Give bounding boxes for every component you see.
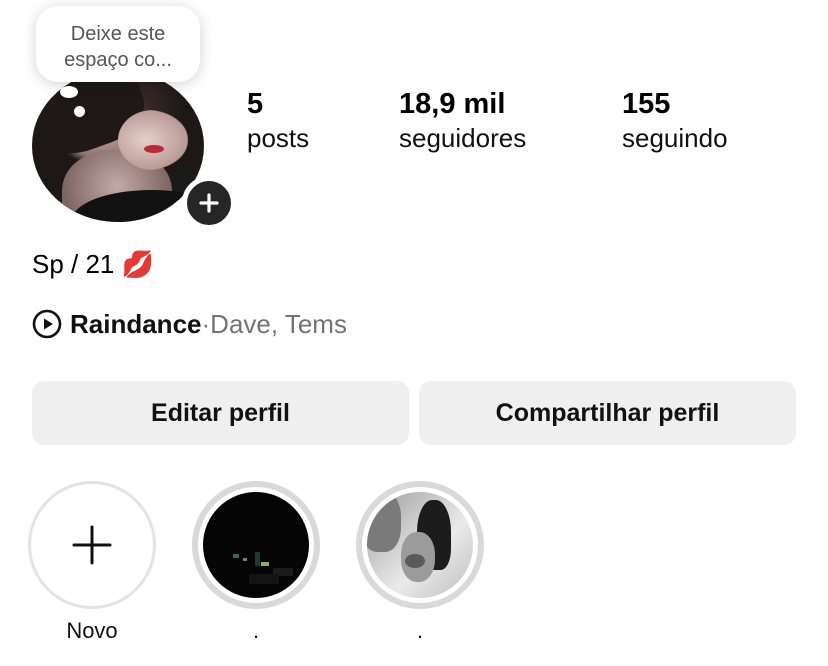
plus-icon (199, 193, 219, 213)
stat-following-value: 155 (622, 88, 671, 120)
share-profile-button[interactable]: Compartilhar perfil (419, 381, 796, 445)
note-bubble-tail-dot (74, 106, 85, 117)
profile-bio: Sp / 21 💋 (32, 249, 154, 279)
stat-posts-value: 5 (247, 88, 264, 120)
plus-icon (72, 525, 112, 565)
profile-avatar[interactable] (32, 70, 204, 222)
profile-music[interactable]: Raindance · Dave, Tems (32, 306, 347, 342)
stat-followers-value: 18,9 mil (399, 88, 506, 120)
highlight-new-ring[interactable] (28, 481, 156, 609)
note-bubble-tail (60, 86, 78, 98)
music-separator: · (201, 309, 211, 339)
note-text-line1: Deixe este (70, 23, 166, 45)
highlight-new-label: Novo (66, 618, 118, 643)
stat-posts-label: posts (247, 123, 310, 153)
highlight-label: . (416, 618, 424, 643)
highlight-item[interactable]: . (192, 481, 320, 645)
note-text-line2: espaço co... (64, 49, 172, 71)
highlight-ring[interactable] (192, 481, 320, 609)
highlight-label: . (252, 618, 260, 643)
highlight-item[interactable]: . (356, 481, 484, 645)
stat-followers-label: seguidores (399, 123, 527, 153)
stat-following-label: seguindo (622, 123, 728, 153)
edit-profile-button[interactable]: Editar perfil (32, 381, 409, 445)
add-story-button[interactable] (182, 176, 236, 230)
stat-followers[interactable]: 18,9 mil seguidores (399, 86, 526, 154)
music-song-title: Raindance (70, 309, 202, 339)
edit-profile-label: Editar perfil (151, 398, 290, 427)
stat-posts[interactable]: 5 posts (247, 86, 309, 154)
play-circle-icon (32, 309, 62, 339)
highlight-new[interactable]: Novo (28, 481, 156, 645)
highlight-cover-image (203, 492, 309, 598)
stat-following[interactable]: 155 seguindo (622, 86, 728, 154)
highlight-ring[interactable] (356, 481, 484, 609)
highlight-cover-image (367, 492, 473, 598)
profile-avatar-container[interactable] (32, 70, 236, 230)
music-artists: Dave, Tems (210, 309, 347, 339)
note-bubble[interactable]: Deixe este espaço co... (36, 6, 200, 82)
share-profile-label: Compartilhar perfil (495, 398, 720, 427)
